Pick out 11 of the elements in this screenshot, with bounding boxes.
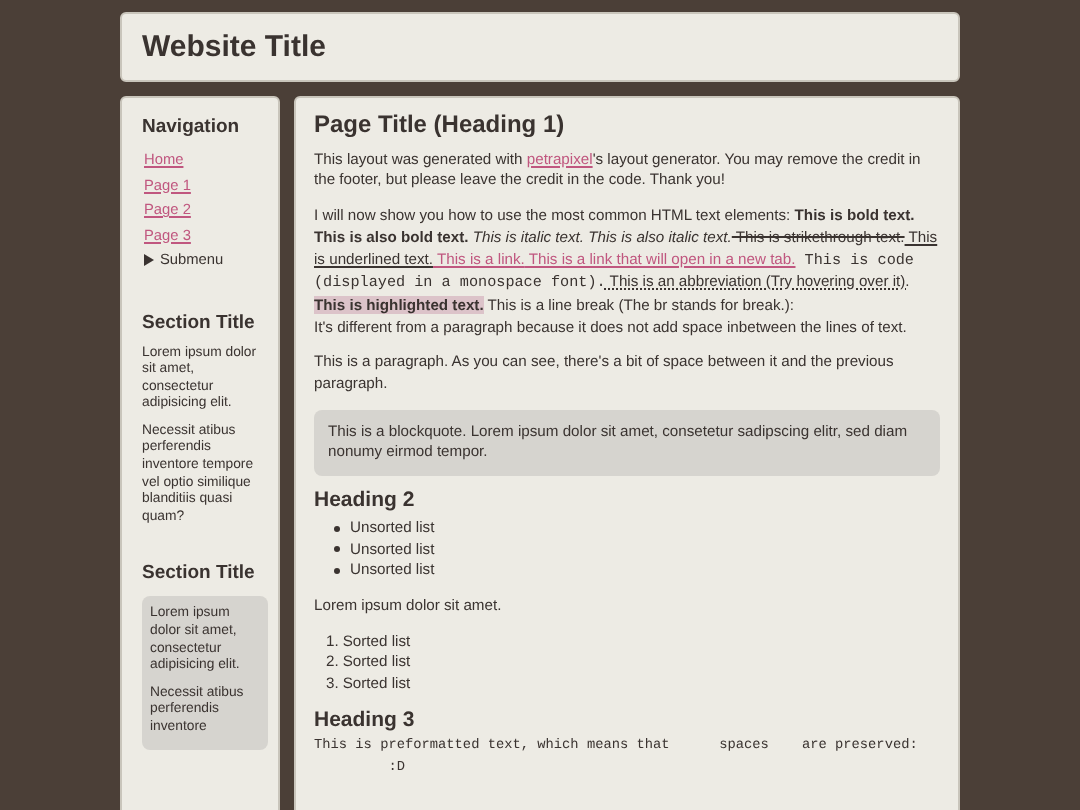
section-heading: Section Title bbox=[142, 311, 257, 333]
bullet-icon bbox=[334, 525, 340, 532]
heading: Heading 2 bbox=[314, 490, 417, 512]
section-heading: Section Title bbox=[142, 562, 257, 585]
heading: Heading 3 bbox=[314, 709, 417, 731]
page-heading: Page Title (Heading 1) bbox=[314, 114, 567, 136]
bullet-icon bbox=[334, 546, 340, 553]
triangle-icon bbox=[144, 254, 154, 267]
bullet-icon bbox=[334, 568, 340, 575]
site-title: Website Title bbox=[142, 30, 328, 64]
sidebar-heading: Navigation bbox=[142, 116, 242, 138]
